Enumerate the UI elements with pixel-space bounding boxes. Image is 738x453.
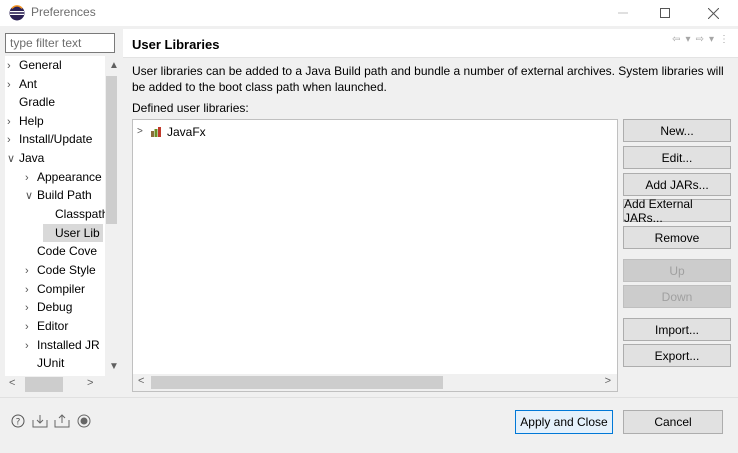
tree-item-debug[interactable]: › Debug <box>25 298 72 316</box>
edit-button[interactable]: Edit... <box>623 146 731 169</box>
add-external-jars-button[interactable]: Add External JARs... <box>623 197 731 225</box>
expand-arrow-icon[interactable]: › <box>25 318 37 336</box>
scroll-right-icon[interactable]: > <box>605 375 611 387</box>
close-icon <box>707 7 719 19</box>
tree-item-help[interactable]: › Help <box>7 112 44 130</box>
tree-item-gradle[interactable]: Gradle <box>7 93 55 111</box>
svg-text:?: ? <box>16 418 21 428</box>
tree-item-appearance[interactable]: › Appearance <box>25 168 102 186</box>
expand-arrow-icon[interactable]: › <box>25 281 37 299</box>
expand-arrow-icon[interactable]: › <box>25 299 37 317</box>
apply-and-close-button[interactable]: Apply and Close <box>515 410 613 434</box>
scrollbar-thumb[interactable] <box>151 376 443 389</box>
scroll-left-icon[interactable]: < <box>138 375 144 387</box>
library-icon <box>151 127 161 137</box>
expand-arrow-icon[interactable]: › <box>7 76 19 94</box>
up-button[interactable]: Up <box>623 259 731 282</box>
minimize-button[interactable] <box>600 0 646 26</box>
down-button[interactable]: Down <box>623 285 731 308</box>
list-horizontal-scrollbar[interactable]: < > <box>133 374 617 391</box>
expand-arrow-icon[interactable]: › <box>25 337 37 355</box>
scroll-down-icon[interactable]: ▼ <box>109 361 117 372</box>
expand-arrow-icon[interactable]: › <box>7 131 19 149</box>
expand-arrow-icon[interactable]: › <box>7 57 19 75</box>
tree-item-code-coverage[interactable]: Code Cove <box>25 242 97 260</box>
help-icon[interactable]: ? <box>10 413 26 429</box>
footer-divider <box>0 397 738 398</box>
tree-item-compiler[interactable]: › Compiler <box>25 280 85 298</box>
remove-button[interactable]: Remove <box>623 226 731 249</box>
footer-icons: ? <box>10 413 92 429</box>
expand-arrow-icon[interactable]: › <box>25 169 37 187</box>
collapse-arrow-icon[interactable]: ∨ <box>25 187 37 205</box>
page-description: User libraries can be added to a Java Bu… <box>132 64 724 94</box>
forward-menu-icon[interactable]: ▾ <box>709 34 714 45</box>
filter-input[interactable] <box>5 33 115 53</box>
tree-item-ant[interactable]: › Ant <box>7 75 37 93</box>
scroll-up-icon[interactable]: ▲ <box>109 60 117 71</box>
eclipse-icon <box>9 5 25 21</box>
page-title: User Libraries <box>132 37 220 52</box>
new-button[interactable]: New... <box>623 119 731 142</box>
export-preferences-icon[interactable] <box>54 413 70 429</box>
scroll-left-icon[interactable]: < <box>9 377 15 389</box>
tree-vertical-scrollbar[interactable]: ▲ ▼ <box>105 56 117 376</box>
export-button[interactable]: Export... <box>623 344 731 367</box>
user-libraries-list[interactable]: > JavaFx < > <box>132 119 618 392</box>
view-menu-icon[interactable]: ⋮ <box>719 34 729 45</box>
tree-item-build-path[interactable]: ∨ Build Path <box>25 186 92 204</box>
tree-item-junit[interactable]: JUnit <box>25 354 64 372</box>
window-title: Preferences <box>31 5 96 19</box>
library-name: JavaFx <box>167 125 206 139</box>
tree-item-java[interactable]: ∨ Java <box>7 149 44 167</box>
page-header: User Libraries ⇦ ▾ ⇨ ▾ ⋮ <box>123 29 738 58</box>
tree-item-code-style[interactable]: › Code Style <box>25 261 96 279</box>
close-button[interactable] <box>690 0 736 26</box>
maximize-icon <box>660 8 670 18</box>
maximize-button[interactable] <box>642 0 688 26</box>
defined-libraries-label: Defined user libraries: <box>132 101 249 115</box>
minimize-icon <box>618 12 628 14</box>
scrollbar-thumb[interactable] <box>25 377 63 392</box>
tree-horizontal-scrollbar[interactable]: < > <box>5 376 117 393</box>
expand-arrow-icon[interactable]: > <box>137 124 151 140</box>
cancel-button[interactable]: Cancel <box>623 410 723 434</box>
scrollbar-thumb[interactable] <box>106 76 117 224</box>
import-preferences-icon[interactable] <box>32 413 48 429</box>
import-button[interactable]: Import... <box>623 318 731 341</box>
back-icon[interactable]: ⇦ <box>672 34 680 45</box>
add-jars-button[interactable]: Add JARs... <box>623 173 731 196</box>
expand-arrow-icon[interactable]: › <box>25 262 37 280</box>
page-nav-icons: ⇦ ▾ ⇨ ▾ ⋮ <box>672 34 729 45</box>
expand-arrow-icon[interactable]: › <box>7 113 19 131</box>
preferences-tree[interactable]: › General › Ant Gradle › Help › Install/Upda… <box>5 56 117 376</box>
tree-item-install-update[interactable]: › Install/Update <box>7 130 92 148</box>
tree-item-general[interactable]: › General <box>7 56 62 74</box>
title-bar: Preferences <box>0 0 738 26</box>
tree-item-classpath[interactable]: Classpath <box>43 205 108 223</box>
tree-item-editor[interactable]: › Editor <box>25 317 68 335</box>
list-item[interactable]: > JavaFx <box>137 124 206 140</box>
scroll-right-icon[interactable]: > <box>87 377 93 389</box>
tree-item-user-libraries[interactable]: User Lib <box>43 224 103 242</box>
collapse-arrow-icon[interactable]: ∨ <box>7 150 19 168</box>
record-icon[interactable] <box>76 413 92 429</box>
back-menu-icon[interactable]: ▾ <box>686 34 691 45</box>
tree-item-installed-jres[interactable]: › Installed JR <box>25 336 100 354</box>
forward-icon[interactable]: ⇨ <box>696 34 704 45</box>
